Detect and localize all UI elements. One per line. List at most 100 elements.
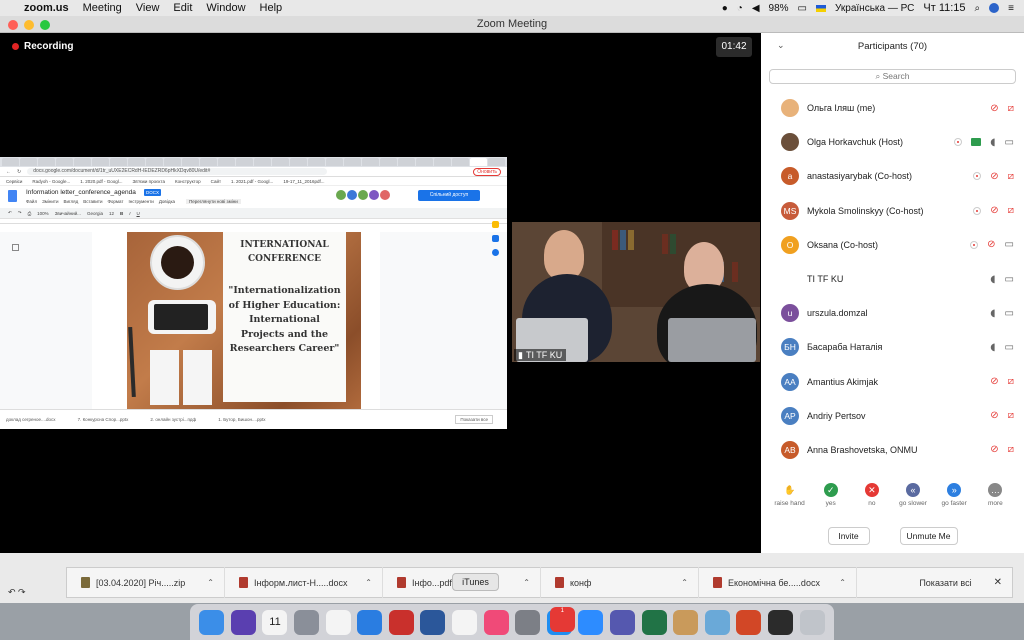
invite-button[interactable]: Invite (827, 527, 870, 545)
no-button[interactable]: ✕ no (852, 483, 892, 507)
participant-row[interactable]: Ольга Іляш (me) ⊘ ⧄ (761, 91, 1024, 125)
finder-icon[interactable] (199, 609, 225, 635)
acrobat-icon[interactable] (388, 609, 414, 635)
camera-icon[interactable]: ▭ (1005, 239, 1014, 250)
download-item[interactable]: [03.04.2020] Річ.....zip ⌃ (67, 567, 225, 598)
menu-window[interactable]: Window (206, 2, 245, 14)
camera-icon[interactable]: ▭ (1005, 342, 1014, 353)
browser-tabs[interactable] (0, 157, 507, 167)
list-icon[interactable]: ≡ (1008, 3, 1014, 14)
word-icon[interactable] (420, 609, 446, 635)
browser-url-bar[interactable]: ← ↻ docs.google.com/document/d/1tr_uUXE2… (0, 167, 507, 177)
participant-row[interactable]: AA Amantius Akimjak ⊘ ⧄ (761, 365, 1024, 399)
camera-icon[interactable]: ▭ (1005, 308, 1014, 319)
go-faster-button[interactable]: » go faster (934, 483, 974, 507)
bookmark[interactable]: 1. 2020.pdf - Googl... (80, 179, 122, 184)
bookmark[interactable]: Сайт (211, 179, 221, 184)
menu-view[interactable]: View (136, 2, 160, 14)
photos-icon[interactable] (452, 609, 478, 635)
reload-icon[interactable]: ↻ (17, 169, 21, 175)
minimize-window-button[interactable] (24, 20, 34, 30)
zoom-icon[interactable] (578, 609, 604, 635)
ruler[interactable] (0, 219, 507, 224)
safari-icon[interactable] (357, 609, 383, 635)
menu-edit[interactable]: Edit (173, 2, 192, 14)
font-size[interactable]: 12 (109, 211, 114, 216)
mic-muted-icon[interactable]: ⊘ (990, 171, 998, 182)
participant-row[interactable]: MS Mykola Smolinskyy (Co-host) ⊘ ⧄ (761, 194, 1024, 228)
participant-row[interactable]: AP Andriy Pertsov ⊘ ⧄ (761, 399, 1024, 433)
doc-menu-item[interactable]: Вставити (83, 199, 102, 204)
participant-search-input[interactable]: ⌕ Search (769, 69, 1016, 84)
camera-icon[interactable]: ▭ (1005, 274, 1014, 285)
download-item[interactable]: конф ⌃ (541, 567, 699, 598)
raise-hand-button[interactable]: ✋ raise hand (770, 483, 810, 508)
font-select[interactable]: Georgia (87, 211, 103, 216)
camera-off-icon[interactable]: ⧄ (1008, 376, 1014, 387)
bookmark[interactable]: Зв'язки проєкта (132, 179, 164, 184)
doc-menu-item[interactable]: Вигляд (63, 199, 78, 204)
bookmark[interactable]: Сервіси (6, 179, 22, 184)
keep-icon[interactable] (492, 221, 499, 228)
mic-muted-icon[interactable]: ⊘ (990, 410, 998, 421)
bold-icon[interactable]: B (120, 211, 123, 216)
search-icon[interactable]: ⌕ (975, 3, 981, 14)
menu-meeting[interactable]: Meeting (83, 2, 122, 14)
bookmark[interactable]: Radyoh - Google... (32, 179, 70, 184)
share-button[interactable]: Спільний доступ (418, 190, 480, 201)
zoom-window-button[interactable] (40, 20, 50, 30)
docs-icon[interactable] (8, 190, 17, 202)
download-item[interactable]: Економічна бе.....docx ⌃ (699, 567, 857, 598)
download-item[interactable]: 2. онлайн зустрі...пдф (150, 417, 196, 422)
appstore-icon[interactable]: 1 (546, 606, 575, 635)
go-slower-button[interactable]: « go slower (893, 483, 933, 507)
mic-muted-icon[interactable]: ⊘ (990, 376, 998, 387)
doc-menu-item[interactable]: Формат (107, 199, 123, 204)
outline-icon[interactable] (12, 244, 19, 251)
photo-booth-icon[interactable] (767, 609, 793, 635)
itunes-icon[interactable] (483, 609, 509, 635)
powerpoint-icon[interactable] (736, 609, 762, 635)
user-icon[interactable] (989, 3, 1000, 13)
app-menu[interactable]: zoom.us (24, 2, 69, 14)
mic-muted-icon[interactable]: ⊘ (990, 205, 998, 216)
style-select[interactable]: Звичайний... (55, 211, 81, 216)
mic-muted-icon[interactable]: ⊘ (987, 239, 995, 250)
trash-icon[interactable] (799, 609, 825, 635)
bookmark[interactable]: Конструктор (175, 179, 201, 184)
chevron-up-icon[interactable]: ⌃ (365, 578, 372, 587)
print-icon[interactable]: ⎙ (28, 211, 32, 216)
chevron-up-icon[interactable]: ⌃ (523, 578, 530, 587)
download-item[interactable]: 7. Конкурсна Спор...pptx (78, 417, 129, 422)
chevron-up-icon[interactable]: ⌃ (207, 578, 214, 587)
unmute-me-button[interactable]: Unmute Me (899, 527, 958, 545)
redo-icon[interactable]: ↷ (18, 210, 22, 216)
bookmark[interactable]: 19-17_11_2016pdf... (283, 179, 324, 184)
participant-row[interactable]: AB Anna Brashovetska, ONMU ⊘ ⧄ (761, 433, 1024, 467)
participant-row[interactable]: u urszula.domzal ◖ ▭ (761, 296, 1024, 330)
collaborator-avatars[interactable] (336, 190, 390, 200)
shared-screen[interactable]: ← ↻ docs.google.com/document/d/1tr_uUXE2… (0, 157, 507, 429)
participant-row[interactable]: O Oksana (Co-host) ⊘ ▭ (761, 228, 1024, 262)
camera-off-icon[interactable]: ⧄ (1008, 444, 1014, 455)
chevron-up-icon[interactable]: ⌃ (839, 578, 846, 587)
doc-body[interactable]: INTERNATIONAL CONFERENCE "Internationaliz… (0, 232, 507, 409)
mic-muted-icon[interactable]: ⊘ (990, 444, 998, 455)
mic-icon[interactable]: ◖ (990, 308, 995, 319)
siri-icon[interactable] (230, 609, 256, 635)
camera-feed[interactable] (512, 222, 760, 362)
bookmark[interactable]: 1. 2021.pdf - Googl... (231, 179, 273, 184)
zoom-select[interactable]: 100% (37, 211, 49, 216)
participant-row[interactable]: БН Басараба Наталія ◖ ▭ (761, 330, 1024, 364)
download-item[interactable]: доклад сегреное....docx (6, 417, 56, 422)
camera-icon[interactable]: ▭ (1005, 137, 1014, 148)
doc-menu-item[interactable]: Змінити (42, 199, 58, 204)
camera-off-icon[interactable]: ⧄ (1008, 410, 1014, 421)
calendar-side-icon[interactable] (492, 235, 499, 242)
clock[interactable]: Чт 11:15 (923, 2, 965, 14)
refresh-button[interactable]: Оновить (473, 167, 501, 176)
participant-row[interactable]: TI TF KU ◖ ▭ (761, 262, 1024, 296)
last-edit-link[interactable]: Переглянути нові зміни (186, 199, 241, 204)
wifi-icon[interactable]: ◔ (737, 3, 743, 14)
battery-label[interactable]: 98% (769, 3, 789, 14)
